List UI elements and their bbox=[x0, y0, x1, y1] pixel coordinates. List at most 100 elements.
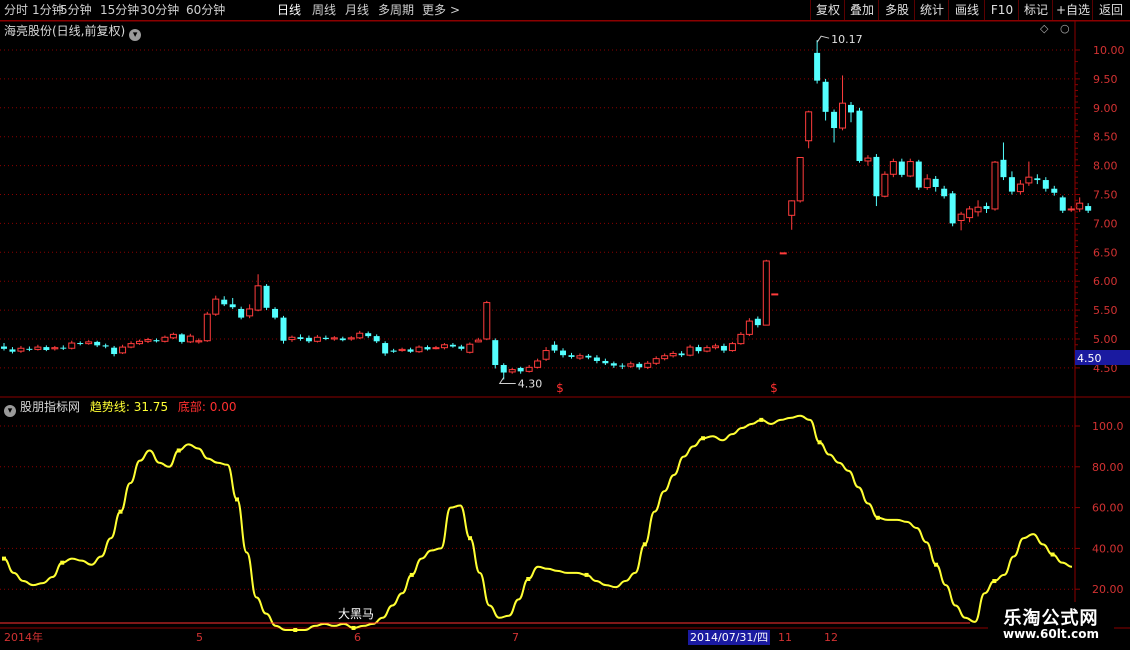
price-tick-label: 9.50 bbox=[1093, 73, 1118, 86]
candle bbox=[229, 297, 236, 309]
candle bbox=[915, 159, 922, 190]
indicator-axis: 100.0 80.00 60.00 40.00 20.00 bbox=[1075, 420, 1124, 596]
candle-body bbox=[305, 337, 312, 342]
candle bbox=[102, 343, 109, 349]
candle bbox=[492, 338, 499, 369]
candle bbox=[848, 102, 854, 123]
candle-body bbox=[102, 345, 109, 347]
candle-body bbox=[881, 173, 889, 197]
candle bbox=[932, 176, 939, 192]
trend-marker bbox=[817, 440, 822, 445]
candle-body bbox=[43, 347, 50, 350]
candle bbox=[322, 335, 329, 341]
signal-mark: $ bbox=[770, 381, 778, 395]
candle bbox=[415, 345, 423, 353]
candle-body bbox=[492, 340, 499, 366]
candle bbox=[822, 78, 829, 121]
candle bbox=[1076, 197, 1084, 212]
candle-body bbox=[1051, 188, 1058, 193]
candle bbox=[34, 344, 42, 351]
candle bbox=[390, 348, 397, 353]
candle bbox=[983, 202, 990, 213]
candle-body bbox=[246, 308, 254, 317]
candle-body bbox=[534, 360, 542, 368]
trend-marker bbox=[701, 436, 706, 441]
candle bbox=[560, 348, 567, 358]
candle-body bbox=[186, 335, 194, 343]
candle bbox=[957, 211, 965, 231]
candle bbox=[254, 274, 262, 312]
candle-body bbox=[1059, 197, 1066, 211]
candle-body bbox=[932, 178, 939, 187]
candle-body bbox=[373, 336, 380, 342]
candle bbox=[652, 356, 660, 366]
candle-body bbox=[212, 298, 220, 315]
candle bbox=[644, 360, 652, 370]
max-pointer bbox=[816, 35, 830, 43]
candle bbox=[686, 344, 694, 357]
price-tick-label: 9.00 bbox=[1093, 102, 1118, 115]
candle bbox=[1042, 177, 1049, 192]
candle bbox=[68, 340, 76, 350]
trend-marker bbox=[468, 536, 473, 541]
indicator-name: 股朋指标网 bbox=[20, 400, 81, 414]
candle bbox=[814, 40, 821, 84]
candle bbox=[966, 206, 974, 223]
candle-body bbox=[551, 344, 558, 351]
candle bbox=[745, 318, 753, 337]
candle bbox=[627, 361, 635, 368]
candle-body bbox=[619, 365, 626, 367]
candle bbox=[424, 345, 431, 351]
candle bbox=[297, 334, 304, 341]
candle-body bbox=[474, 339, 482, 343]
candle-body bbox=[272, 308, 279, 318]
candle bbox=[169, 332, 177, 339]
trend-label: 趋势线: bbox=[89, 400, 130, 414]
candle-body bbox=[466, 343, 474, 353]
trend-marker bbox=[235, 497, 240, 502]
candle-body bbox=[288, 336, 296, 341]
candle-body bbox=[238, 308, 245, 318]
chevron-down-icon[interactable]: ▾ bbox=[4, 405, 16, 417]
indicator-title: ▾ 股朋指标网 趋势线: 31.75 底部: 0.00 bbox=[4, 398, 237, 417]
candle bbox=[593, 355, 600, 364]
date-label: 2014年 bbox=[4, 631, 43, 644]
candle-body bbox=[915, 161, 922, 188]
candle bbox=[407, 347, 414, 353]
candle bbox=[161, 335, 169, 343]
price-tick-label: 5.00 bbox=[1093, 333, 1118, 346]
candle bbox=[568, 352, 575, 359]
price-tick-label: 6.50 bbox=[1093, 246, 1118, 259]
candle-body bbox=[991, 161, 999, 210]
candle-body bbox=[322, 337, 329, 339]
trend-marker bbox=[60, 560, 65, 565]
candle-body bbox=[119, 346, 127, 354]
candle-body bbox=[585, 355, 592, 358]
candle-body bbox=[1, 346, 7, 349]
candle-body bbox=[221, 299, 228, 305]
candle bbox=[178, 333, 185, 344]
candle bbox=[1034, 174, 1041, 185]
candle bbox=[949, 191, 956, 227]
price-tick-label: 5.50 bbox=[1093, 304, 1118, 317]
candle-body bbox=[788, 200, 796, 216]
candle-body bbox=[822, 81, 829, 112]
candle-body bbox=[85, 341, 93, 345]
candle bbox=[534, 358, 542, 369]
trend-marker bbox=[759, 417, 764, 422]
candle bbox=[280, 315, 287, 344]
candle-body bbox=[1025, 176, 1033, 184]
candle-body bbox=[127, 343, 135, 348]
candle-body bbox=[1067, 208, 1075, 211]
candle bbox=[1, 343, 7, 351]
candle-body bbox=[77, 343, 84, 345]
candle-body bbox=[195, 340, 203, 343]
min-price-label: 4.30 bbox=[518, 377, 543, 390]
candle-body bbox=[1008, 177, 1015, 192]
indicator-tick-label: 60.00 bbox=[1092, 502, 1124, 515]
candle bbox=[805, 110, 813, 149]
candle-body bbox=[390, 350, 397, 352]
candle-body bbox=[1016, 183, 1024, 193]
candle bbox=[111, 345, 118, 357]
candle bbox=[1025, 161, 1033, 186]
